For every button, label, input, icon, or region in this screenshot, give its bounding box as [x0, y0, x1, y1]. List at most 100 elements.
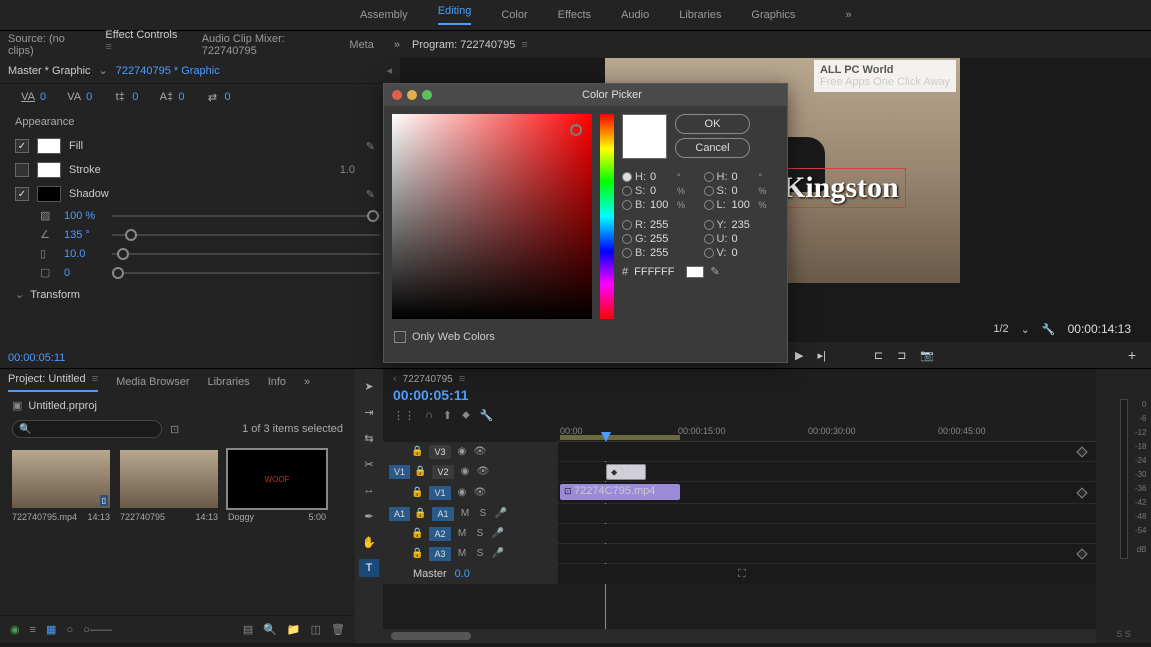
blue-value[interactable]: 255: [650, 247, 674, 259]
step-forward-icon[interactable]: ▸|: [817, 349, 825, 362]
tab-project[interactable]: Project: Untitled ≡: [8, 373, 98, 392]
v-value[interactable]: 0: [732, 247, 756, 259]
shadow-angle[interactable]: 135 °: [64, 229, 104, 241]
lock-icon[interactable]: 🔒: [414, 508, 428, 519]
mark-out-icon[interactable]: ⊐: [897, 349, 906, 362]
tab-source[interactable]: Source: (no clips): [8, 33, 85, 57]
project-item[interactable]: 72274079514:13: [120, 450, 218, 522]
clip-link[interactable]: 722740795 * Graphic: [116, 65, 220, 77]
search-input[interactable]: 🔍: [12, 420, 162, 438]
track-a1[interactable]: A1: [432, 507, 454, 521]
angle-slider[interactable]: [112, 234, 380, 236]
trash-icon[interactable]: 🗑: [331, 623, 345, 636]
color-cursor-icon[interactable]: [570, 124, 582, 136]
selection-tool-icon[interactable]: ➤: [359, 377, 379, 395]
toggle-icon[interactable]: 👁: [476, 466, 490, 477]
clip-video[interactable]: ⊡ 72274C795.mp4: [560, 484, 680, 500]
project-item[interactable]: ▯ 722740795.mp414:13: [12, 450, 110, 522]
dialog-titlebar[interactable]: Color Picker: [384, 84, 787, 106]
mute-button[interactable]: M: [458, 508, 472, 519]
keyframe-icon[interactable]: [1076, 487, 1087, 498]
ws-more-icon[interactable]: »: [845, 9, 851, 21]
wrench-icon[interactable]: 🔧: [480, 409, 494, 422]
settings-icon[interactable]: ⬥: [462, 409, 470, 422]
keyframe-icon[interactable]: [1076, 548, 1087, 559]
radio-bl[interactable]: [622, 248, 632, 258]
transform-section[interactable]: ⌄Transform: [0, 282, 400, 307]
tab-libraries[interactable]: Libraries: [208, 376, 250, 388]
title-text[interactable]: Kingston: [775, 168, 906, 208]
track-v3[interactable]: V3: [429, 445, 451, 459]
radio-h[interactable]: [622, 172, 632, 182]
ws-audio[interactable]: Audio: [621, 9, 649, 21]
ripple-tool-icon[interactable]: ⇆: [359, 429, 379, 447]
distance-slider[interactable]: [112, 253, 380, 255]
tab-effect-controls[interactable]: Effect Controls ≡: [105, 29, 181, 60]
color-field[interactable]: [392, 114, 592, 319]
zoom-select[interactable]: 1/2: [993, 323, 1008, 335]
new-bin-icon[interactable]: 📁: [287, 623, 301, 636]
cancel-button[interactable]: Cancel: [675, 138, 750, 158]
stroke-checkbox[interactable]: [15, 163, 29, 177]
stroke-width[interactable]: 1.0: [340, 164, 355, 176]
play-icon[interactable]: ▶: [795, 349, 803, 362]
chevron-down-icon[interactable]: ⌄: [99, 64, 108, 77]
eyedropper-icon[interactable]: ✎: [710, 265, 719, 278]
solo-button[interactable]: S: [476, 508, 490, 519]
shadow-swatch[interactable]: [37, 186, 61, 202]
new-item-icon[interactable]: ◫: [311, 623, 321, 636]
ws-libraries[interactable]: Libraries: [679, 9, 721, 21]
shadow-checkbox[interactable]: [15, 187, 29, 201]
tabs-overflow-icon[interactable]: »: [304, 376, 310, 388]
tab-metadata[interactable]: Meta: [349, 39, 373, 51]
hue-value[interactable]: 0: [650, 171, 674, 183]
freeform-view-icon[interactable]: ○: [66, 624, 73, 636]
list-view-icon[interactable]: ≡: [30, 624, 36, 636]
radio-u[interactable]: [704, 234, 714, 244]
keyframe-icon[interactable]: [1076, 446, 1087, 457]
timeline-ruler[interactable]: 00:00 00:00:15:00 00:00:30:00 00:00:45:0…: [558, 424, 1096, 442]
ok-button[interactable]: OK: [675, 114, 750, 134]
red-value[interactable]: 255: [650, 219, 674, 231]
track-a2[interactable]: A2: [429, 527, 451, 541]
mark-in-icon[interactable]: ⊏: [874, 349, 883, 362]
radio-s[interactable]: [622, 186, 632, 196]
track-v1[interactable]: V1: [429, 486, 451, 500]
source-v1[interactable]: V1: [389, 465, 410, 479]
hsl-l-value[interactable]: 100: [732, 199, 756, 211]
marker-icon[interactable]: ⬆: [443, 409, 452, 422]
radio-g[interactable]: [622, 234, 632, 244]
prop-kerning[interactable]: VA0: [66, 90, 92, 104]
effect-timecode[interactable]: 00:00:05:11: [0, 348, 73, 368]
minimize-dot-icon[interactable]: [407, 90, 417, 100]
sequence-name[interactable]: 722740795: [403, 374, 453, 385]
radio-y[interactable]: [704, 220, 714, 230]
filter-bin-icon[interactable]: ⊡: [170, 423, 179, 436]
prop-baseline[interactable]: A‡0: [158, 90, 184, 104]
write-toggle-icon[interactable]: ◉: [10, 623, 20, 636]
ws-effects[interactable]: Effects: [558, 9, 591, 21]
expand-icon[interactable]: ⛶: [738, 568, 746, 581]
shadow-size[interactable]: 0: [64, 267, 104, 279]
mic-icon[interactable]: 🎤: [494, 508, 508, 519]
tab-audio-mixer[interactable]: Audio Clip Mixer: 722740795: [202, 33, 330, 57]
ws-editing[interactable]: Editing: [438, 5, 472, 25]
fill-swatch[interactable]: [37, 138, 61, 154]
ws-assembly[interactable]: Assembly: [360, 9, 408, 21]
pen-tool-icon[interactable]: ✒: [359, 507, 379, 525]
lock-icon[interactable]: 🔒: [411, 548, 425, 559]
bright-value[interactable]: 100: [650, 199, 674, 211]
panel-menu-icon[interactable]: ≡: [105, 41, 111, 53]
lock-icon[interactable]: 🔒: [411, 487, 425, 498]
linked-icon[interactable]: ∩: [425, 409, 433, 422]
size-slider[interactable]: [112, 272, 380, 274]
opacity-slider[interactable]: [112, 215, 380, 217]
prop-tracking[interactable]: VA0: [20, 90, 46, 104]
eye-icon[interactable]: ◉: [458, 466, 472, 477]
y-value[interactable]: 235: [732, 219, 756, 231]
web-colors-checkbox[interactable]: [394, 331, 406, 343]
track-a3[interactable]: A3: [429, 547, 451, 561]
type-tool-icon[interactable]: T: [359, 559, 379, 577]
solo-button[interactable]: S: [473, 548, 487, 559]
hsl-s-value[interactable]: 0: [732, 185, 756, 197]
